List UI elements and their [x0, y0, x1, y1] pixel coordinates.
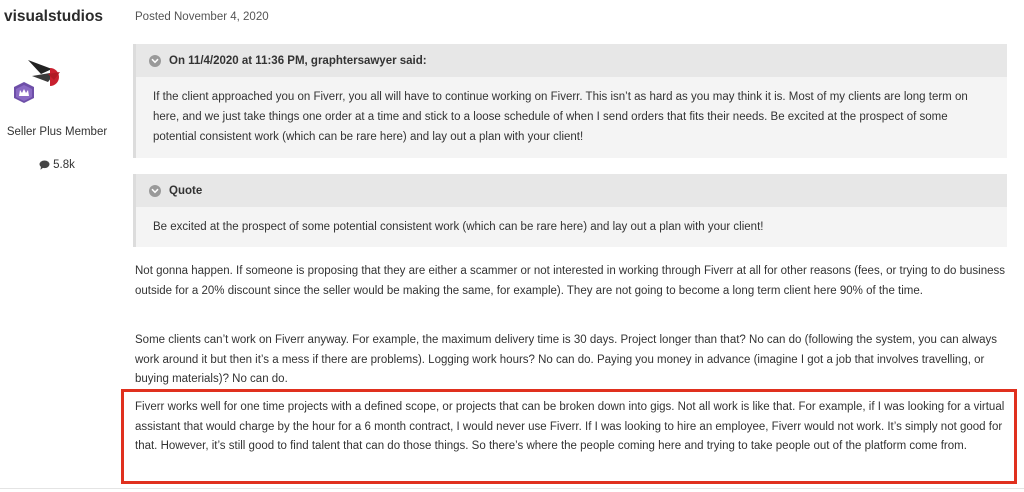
highlighted-paragraph: Fiverr works well for one time projects … — [135, 401, 1005, 452]
speech-bubble-icon — [39, 160, 50, 170]
divider — [0, 488, 1024, 489]
author-name[interactable]: visualstudios — [4, 8, 103, 26]
post-count: 5.8k — [4, 159, 110, 171]
seller-plus-badge-icon — [14, 60, 60, 103]
quote-header-text: Quote — [169, 184, 203, 197]
post-paragraph: Some clients can’t work on Fiverr anyway… — [135, 334, 998, 385]
member-title: Seller Plus Member — [6, 126, 108, 138]
quote-header-text: On 11/4/2020 at 11:36 PM, graphtersawyer… — [169, 54, 427, 67]
quote-block: On 11/4/2020 at 11:36 PM, graphtersawyer… — [133, 44, 1007, 158]
quote-block: Quote Be excited at the prospect of some… — [133, 174, 1007, 247]
quote-header[interactable]: Quote — [136, 174, 1007, 207]
author-panel: visualstudios Seller Plus Member 5.8k — [0, 0, 120, 492]
quote-header[interactable]: On 11/4/2020 at 11:36 PM, graphtersawyer… — [136, 44, 1007, 77]
post-date[interactable]: Posted November 4, 2020 — [135, 11, 269, 23]
quote-body: If the client approached you on Fiverr, … — [153, 91, 968, 143]
quote-body: Be excited at the prospect of some poten… — [153, 221, 764, 233]
chevron-down-icon[interactable] — [149, 184, 161, 197]
avatar[interactable] — [4, 52, 74, 122]
chevron-down-icon[interactable] — [149, 54, 161, 67]
post-paragraph: Not gonna happen. If someone is proposin… — [135, 265, 1005, 297]
post-count-value: 5.8k — [53, 159, 75, 171]
